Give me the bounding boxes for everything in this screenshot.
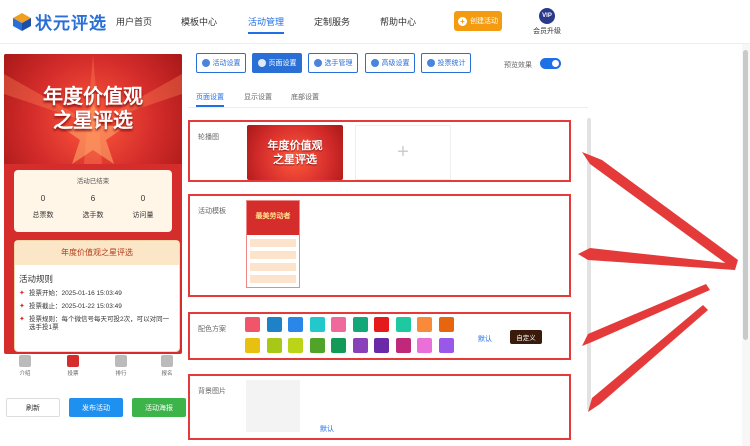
color-swatch[interactable] [438, 317, 454, 332]
color-custom-button[interactable]: 自定义 [510, 330, 542, 344]
color-swatch[interactable] [309, 338, 325, 353]
color-swatch[interactable] [331, 338, 346, 353]
color-swatch[interactable] [331, 317, 346, 332]
bottom-nav-signup[interactable]: 报名 [152, 355, 182, 377]
rule-end: 投票截止：2025-01-22 15:03:49 [19, 303, 175, 311]
preview-effect-toggle[interactable] [540, 58, 561, 69]
sliders-icon [370, 59, 379, 67]
preview-effect-label: 预览效果 [504, 62, 532, 69]
color-swatch[interactable] [288, 338, 303, 353]
bar-chart-icon [426, 59, 435, 67]
rules-header: 年度价值观之星评选 [15, 241, 179, 265]
home-icon [67, 355, 79, 367]
tool-activity-settings[interactable]: 活动设置 [196, 53, 246, 73]
template-thumbnail[interactable]: 最美劳动者 [246, 200, 300, 288]
tool-contestant-management[interactable]: 选手管理 [308, 53, 358, 73]
activity-status: 活动已结束 [76, 178, 110, 185]
plus-icon: + [458, 16, 467, 26]
nav-custom-service[interactable]: 定制服务 [314, 15, 350, 28]
arrow-to-color-icon [582, 284, 710, 346]
color-swatch[interactable] [266, 317, 282, 332]
gear-icon [201, 59, 210, 67]
color-swatch[interactable] [417, 317, 432, 332]
tool-page-settings[interactable]: 页面设置 [252, 53, 302, 73]
nav-user-home[interactable]: 用户首页 [116, 15, 152, 28]
carousel-slide[interactable]: 年度价值观 之星评选 [247, 125, 343, 180]
cube-logo-icon [13, 12, 31, 31]
doc-icon [19, 355, 31, 367]
color-swatch[interactable] [245, 338, 260, 353]
vip-upgrade[interactable]: VIP 会员升级 [527, 8, 567, 36]
rule-start: 投票开始：2025-01-16 15:03:49 [19, 290, 175, 298]
refresh-button[interactable]: 刷新 [6, 398, 60, 417]
users-icon [313, 59, 322, 67]
carousel-label: 轮播图 [198, 134, 219, 141]
top-bar: 状元评选 用户首页 模板中心 活动管理 定制服务 帮助中心 + 创建活动 VIP… [0, 0, 750, 44]
color-swatch[interactable] [374, 317, 389, 332]
bottom-nav-ranking[interactable]: 排行 [106, 355, 136, 377]
tool-advanced-settings[interactable]: 高级设置 [365, 53, 415, 73]
subtab-display-settings[interactable]: 显示设置 [244, 92, 272, 102]
stat-total-votes: 0 总票数 [32, 194, 54, 219]
background-default-link[interactable]: 默认 [320, 424, 334, 434]
arrow-to-background-icon [588, 305, 708, 412]
page-scrollbar-thumb[interactable] [743, 50, 748, 340]
stat-contestants: 6 选手数 [82, 194, 104, 219]
color-swatch[interactable] [352, 338, 368, 353]
color-swatch[interactable] [266, 338, 282, 353]
color-default-link[interactable]: 默认 [478, 334, 492, 344]
page-icon [257, 59, 266, 67]
rule-vote: 投票规则：每个微信号每天可投2次，可以对同一选手投1票 [19, 316, 175, 332]
brand-logo[interactable]: 状元评选 [12, 9, 107, 34]
bottom-nav-vote[interactable]: 投票 [58, 355, 88, 377]
create-activity-button[interactable]: + 创建活动 [454, 11, 502, 31]
activity-poster-button[interactable]: 活动海报 [132, 398, 186, 417]
crown-icon [115, 355, 127, 367]
color-swatch[interactable] [417, 338, 432, 353]
tab-divider [188, 107, 588, 108]
rules-card: 年度价值观之星评选 活动规则 投票开始：2025-01-16 15:03:49 … [14, 240, 180, 352]
nav-template-center[interactable]: 模板中心 [181, 15, 217, 28]
color-swatch[interactable] [245, 317, 260, 332]
add-carousel-image[interactable]: + [355, 125, 451, 180]
color-swatch[interactable] [352, 317, 368, 332]
color-swatch[interactable] [395, 338, 411, 353]
stats-card: 活动已结束 0 总票数 6 选手数 0 访问量 [14, 170, 172, 232]
mobile-preview: 年度价值观 之星评选 活动已结束 0 总票数 6 选手数 0 访问量 年度价值观… [4, 54, 182, 354]
nav-help-center[interactable]: 帮助中心 [380, 15, 416, 28]
background-image-slot[interactable] [246, 380, 300, 432]
color-scheme-label: 配色方案 [198, 326, 226, 333]
annotation-arrows [578, 152, 738, 412]
vip-badge-icon: VIP [539, 8, 555, 24]
color-swatch[interactable] [288, 317, 303, 332]
background-label: 背景图片 [198, 388, 226, 395]
preview-banner: 年度价值观 之星评选 [4, 54, 182, 164]
user-icon [161, 355, 173, 367]
subtab-page-settings[interactable]: 页面设置 [196, 92, 224, 107]
banner-title-line2: 之星评选 [53, 110, 133, 132]
color-swatch[interactable] [395, 317, 411, 332]
nav-activity-management[interactable]: 活动管理 [248, 15, 285, 34]
rules-title: 活动规则 [19, 274, 54, 284]
preview-bottom-nav: 介绍 投票 排行 报名 [4, 355, 182, 381]
color-swatch[interactable] [438, 338, 454, 353]
publish-activity-button[interactable]: 发布活动 [69, 398, 123, 417]
color-swatch[interactable] [309, 317, 325, 332]
subtab-footer-settings[interactable]: 底部设置 [291, 92, 319, 102]
brand-name: 状元评选 [35, 14, 107, 33]
template-label: 活动模板 [198, 208, 226, 215]
stat-visits: 0 访问量 [132, 194, 154, 219]
tool-vote-statistics[interactable]: 投票统计 [421, 53, 471, 73]
bottom-nav-intro[interactable]: 介绍 [10, 355, 40, 377]
color-swatch[interactable] [374, 338, 389, 353]
